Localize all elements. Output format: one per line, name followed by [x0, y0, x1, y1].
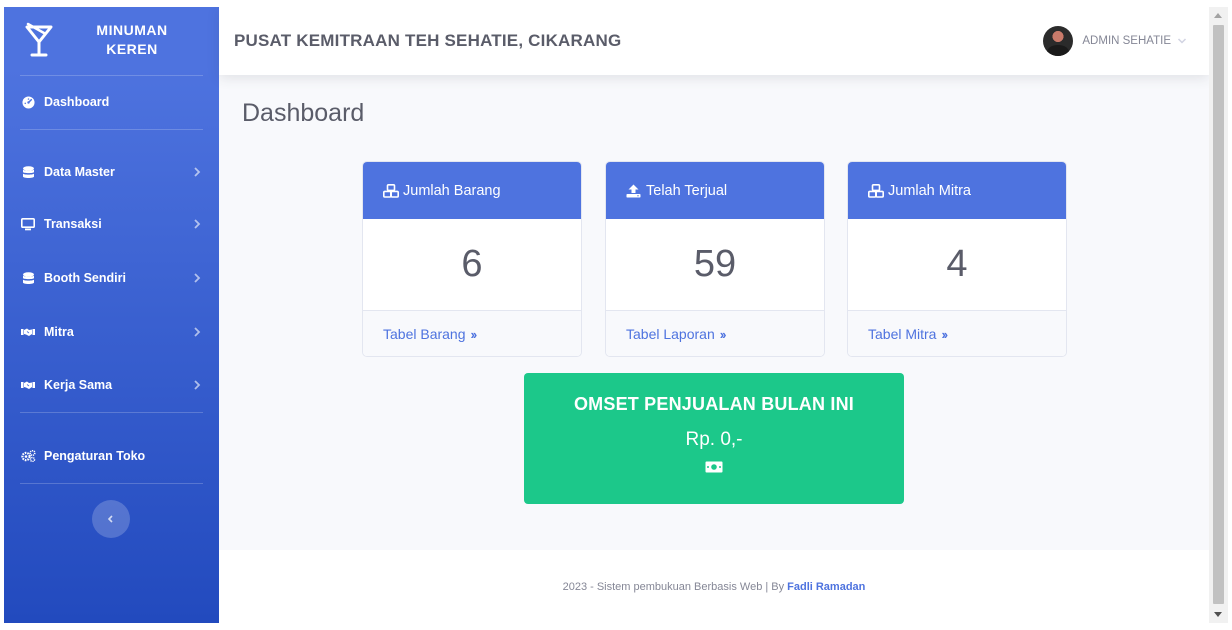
chevron-left-icon: [107, 515, 113, 523]
sidebar-divider: [20, 412, 203, 413]
chevron-down-icon: [1177, 38, 1187, 44]
sidebar-item-mitra[interactable]: Mitra: [4, 315, 219, 349]
cubes-icon: [383, 183, 400, 199]
footer-text: 2023 - Sistem pembukuan Berbasis Web | B…: [562, 580, 785, 593]
page-scrollbar[interactable]: [1209, 7, 1228, 623]
user-name: ADMIN SEHATIE: [1082, 35, 1171, 47]
card-value: 59: [606, 219, 824, 311]
cogs-icon: [20, 449, 36, 463]
card-link-label: Tabel Laporan: [626, 326, 715, 342]
sidebar-item-kerja-sama[interactable]: Kerja Sama: [4, 368, 219, 402]
stat-card-jumlah-mitra: Jumlah Mitra 4 Tabel Mitra ››: [847, 161, 1067, 357]
brand-line-2: KEREN: [106, 41, 158, 57]
double-chevron-right-icon: ››: [719, 326, 727, 342]
topbar: PUSAT KEMITRAAN TEH SEHATIE, CIKARANG AD…: [219, 7, 1209, 75]
page-title: PUSAT KEMITRAAN TEH SEHATIE, CIKARANG: [234, 31, 622, 50]
page-heading: Dashboard: [242, 99, 365, 127]
card-link-label: Tabel Mitra: [868, 326, 937, 342]
sidebar-item-pengaturan-toko[interactable]: Pengaturan Toko: [4, 439, 219, 473]
card-header: Jumlah Barang: [363, 162, 581, 219]
money-bill-icon: [705, 461, 723, 473]
card-header: Telah Terjual: [606, 162, 824, 219]
sidebar-item-transaksi[interactable]: Transaksi: [4, 207, 219, 241]
sidebar-item-label: Mitra: [44, 325, 74, 339]
omset-value: Rp. 0,-: [685, 429, 743, 450]
sidebar-item-label: Dashboard: [44, 95, 110, 109]
card-title: Jumlah Barang: [403, 182, 501, 199]
desktop-icon: [20, 217, 36, 231]
omset-title: OMSET PENJUALAN BULAN INI: [573, 394, 854, 414]
handshake-icon: [20, 378, 36, 392]
sidebar-item-label: Booth Sendiri: [44, 271, 126, 285]
sidebar-item-dashboard[interactable]: Dashboard: [4, 85, 219, 119]
sidebar-item-label: Kerja Sama: [44, 378, 113, 392]
handshake-icon: [20, 325, 36, 339]
card-title: Telah Terjual: [646, 182, 728, 199]
user-dropdown[interactable]: ADMIN SEHATIE: [1043, 24, 1187, 58]
sidebar-item-label: Pengaturan Toko: [44, 449, 146, 463]
scroll-thumb[interactable]: [1213, 25, 1224, 604]
card-link-tabel-barang[interactable]: Tabel Barang ››: [363, 311, 581, 356]
chevron-right-icon: [194, 380, 201, 390]
sidebar-brand[interactable]: MINUMAN KEREN: [4, 7, 219, 75]
brand-name: MINUMAN KEREN: [62, 21, 202, 59]
card-link-tabel-mitra[interactable]: Tabel Mitra ››: [848, 311, 1066, 356]
sidebar-item-booth-sendiri[interactable]: Booth Sendiri: [4, 261, 219, 295]
footer: 2023 - Sistem pembukuan Berbasis Web | B…: [219, 550, 1209, 623]
stat-card-telah-terjual: Telah Terjual 59 Tabel Laporan ››: [605, 161, 825, 357]
sidebar-item-label: Transaksi: [44, 217, 102, 231]
card-value: 6: [363, 219, 581, 311]
double-chevron-right-icon: ››: [941, 326, 948, 342]
chevron-right-icon: [194, 167, 201, 177]
sidebar: MINUMAN KEREN Dashboard Data Master Tran…: [4, 7, 219, 623]
brand-line-1: MINUMAN: [96, 22, 168, 38]
card-value: 4: [848, 219, 1066, 311]
cocktail-glass-icon: [25, 22, 53, 57]
scroll-down-arrow-icon[interactable]: [1214, 612, 1222, 617]
sidebar-item-label: Data Master: [44, 165, 115, 179]
tachometer-icon: [20, 95, 36, 109]
card-link-tabel-laporan[interactable]: Tabel Laporan ››: [606, 311, 824, 356]
omset-card: OMSET PENJUALAN BULAN INI Rp. 0,-: [524, 373, 904, 504]
scroll-up-arrow-icon[interactable]: [1214, 13, 1222, 18]
double-chevron-right-icon: ››: [470, 326, 478, 342]
card-link-label: Tabel Barang: [383, 326, 466, 342]
sidebar-divider: [20, 75, 203, 76]
chevron-right-icon: [194, 327, 201, 337]
footer-author-link[interactable]: Fadli Ramadan: [787, 581, 865, 593]
sidebar-toggle-button[interactable]: [92, 500, 130, 538]
upload-icon: [626, 183, 643, 199]
database-icon: [20, 271, 36, 285]
chevron-right-icon: [194, 273, 201, 283]
cubes-icon: [868, 183, 885, 199]
sidebar-divider: [20, 129, 203, 130]
app-frame: MINUMAN KEREN Dashboard Data Master Tran…: [4, 7, 1228, 623]
avatar: [1043, 26, 1074, 56]
stat-card-jumlah-barang: Jumlah Barang 6 Tabel Barang ››: [362, 161, 582, 357]
database-icon: [20, 165, 36, 179]
card-header: Jumlah Mitra: [848, 162, 1066, 219]
card-title: Jumlah Mitra: [888, 182, 971, 199]
sidebar-divider: [20, 483, 203, 484]
chevron-right-icon: [194, 219, 201, 229]
sidebar-item-data-master[interactable]: Data Master: [4, 155, 219, 189]
